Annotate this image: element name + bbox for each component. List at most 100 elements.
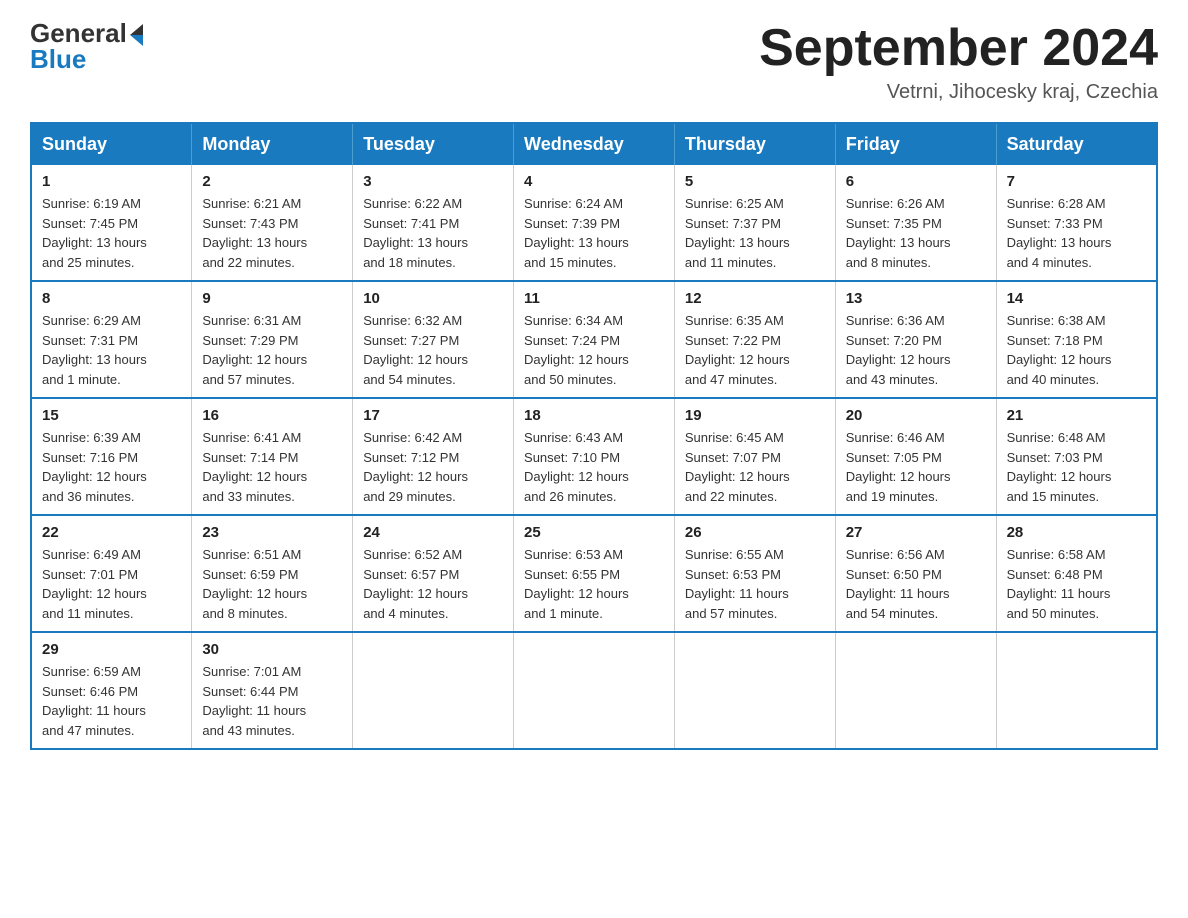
calendar-day-cell: 13 Sunrise: 6:36 AM Sunset: 7:20 PM Dayli…	[835, 281, 996, 398]
day-number: 13	[846, 290, 986, 307]
day-number: 28	[1007, 524, 1146, 541]
calendar-day-cell: 7Sunrise: 6:28 AM Sunset: 7:33 PM Daylig…	[996, 165, 1157, 281]
day-of-week-header: Wednesday	[514, 123, 675, 165]
day-number: 10	[363, 290, 503, 307]
calendar-day-cell: 3 Sunrise: 6:22 AM Sunset: 7:41 PM Daylig…	[353, 165, 514, 281]
month-title: September 2024	[759, 20, 1158, 77]
day-number: 24	[363, 524, 503, 541]
day-info: Sunrise: 6:25 AM Sunset: 7:37 PM Dayligh…	[685, 194, 825, 272]
day-number: 15	[42, 407, 181, 424]
day-info: Sunrise: 6:35 AM Sunset: 7:22 PM Dayligh…	[685, 311, 825, 389]
calendar-week-row: 15 Sunrise: 6:39 AM Sunset: 7:16 PM Dayli…	[31, 398, 1157, 515]
day-number: 30	[202, 641, 342, 658]
day-info: Sunrise: 6:36 AM Sunset: 7:20 PM Dayligh…	[846, 311, 986, 389]
calendar-day-cell: 25Sunrise: 6:53 AM Sunset: 6:55 PM Dayli…	[514, 515, 675, 632]
calendar-day-cell: 28 Sunrise: 6:58 AM Sunset: 6:48 PM Dayli…	[996, 515, 1157, 632]
day-number: 3	[363, 173, 503, 190]
calendar-day-cell: 21Sunrise: 6:48 AM Sunset: 7:03 PM Dayli…	[996, 398, 1157, 515]
day-info: Sunrise: 6:31 AM Sunset: 7:29 PM Dayligh…	[202, 311, 342, 389]
day-number: 1	[42, 173, 181, 190]
calendar-day-cell: 4Sunrise: 6:24 AM Sunset: 7:39 PM Daylig…	[514, 165, 675, 281]
calendar-day-cell: 14 Sunrise: 6:38 AM Sunset: 7:18 PM Dayli…	[996, 281, 1157, 398]
day-of-week-header: Thursday	[674, 123, 835, 165]
day-info: Sunrise: 6:41 AM Sunset: 7:14 PM Dayligh…	[202, 428, 342, 506]
day-of-week-header: Saturday	[996, 123, 1157, 165]
calendar-day-cell: 8 Sunrise: 6:29 AM Sunset: 7:31 PM Daylig…	[31, 281, 192, 398]
day-number: 12	[685, 290, 825, 307]
calendar-day-cell: 1 Sunrise: 6:19 AM Sunset: 7:45 PM Daylig…	[31, 165, 192, 281]
day-info: Sunrise: 6:59 AM Sunset: 6:46 PM Dayligh…	[42, 662, 181, 740]
calendar-day-cell: 16 Sunrise: 6:41 AM Sunset: 7:14 PM Dayli…	[192, 398, 353, 515]
calendar-day-cell	[353, 632, 514, 749]
day-info: Sunrise: 6:56 AM Sunset: 6:50 PM Dayligh…	[846, 545, 986, 623]
day-info: Sunrise: 6:32 AM Sunset: 7:27 PM Dayligh…	[363, 311, 503, 389]
calendar-day-cell: 23Sunrise: 6:51 AM Sunset: 6:59 PM Dayli…	[192, 515, 353, 632]
calendar-day-cell: 5 Sunrise: 6:25 AM Sunset: 7:37 PM Daylig…	[674, 165, 835, 281]
day-number: 26	[685, 524, 825, 541]
calendar-day-cell: 24 Sunrise: 6:52 AM Sunset: 6:57 PM Dayli…	[353, 515, 514, 632]
day-number: 8	[42, 290, 181, 307]
day-info: Sunrise: 6:26 AM Sunset: 7:35 PM Dayligh…	[846, 194, 986, 272]
day-number: 4	[524, 173, 664, 190]
day-info: Sunrise: 6:58 AM Sunset: 6:48 PM Dayligh…	[1007, 545, 1146, 623]
logo-general-text: General	[30, 20, 127, 46]
day-number: 22	[42, 524, 181, 541]
calendar-day-cell: 26 Sunrise: 6:55 AM Sunset: 6:53 PM Dayli…	[674, 515, 835, 632]
day-info: Sunrise: 6:39 AM Sunset: 7:16 PM Dayligh…	[42, 428, 181, 506]
day-info: Sunrise: 6:38 AM Sunset: 7:18 PM Dayligh…	[1007, 311, 1146, 389]
day-of-week-header: Friday	[835, 123, 996, 165]
calendar-day-cell: 19 Sunrise: 6:45 AM Sunset: 7:07 PM Dayli…	[674, 398, 835, 515]
day-info: Sunrise: 6:34 AM Sunset: 7:24 PM Dayligh…	[524, 311, 664, 389]
day-number: 27	[846, 524, 986, 541]
day-number: 19	[685, 407, 825, 424]
day-info: Sunrise: 6:46 AM Sunset: 7:05 PM Dayligh…	[846, 428, 986, 506]
calendar-day-cell: 15 Sunrise: 6:39 AM Sunset: 7:16 PM Dayli…	[31, 398, 192, 515]
calendar-day-cell	[514, 632, 675, 749]
day-info: Sunrise: 6:53 AM Sunset: 6:55 PM Dayligh…	[524, 545, 664, 623]
calendar-day-cell: 11 Sunrise: 6:34 AM Sunset: 7:24 PM Dayli…	[514, 281, 675, 398]
location-text: Vetrni, Jihocesky kraj, Czechia	[759, 81, 1158, 104]
calendar-day-cell: 12 Sunrise: 6:35 AM Sunset: 7:22 PM Dayli…	[674, 281, 835, 398]
day-info: Sunrise: 6:22 AM Sunset: 7:41 PM Dayligh…	[363, 194, 503, 272]
day-number: 11	[524, 290, 664, 307]
day-info: Sunrise: 6:45 AM Sunset: 7:07 PM Dayligh…	[685, 428, 825, 506]
calendar-day-cell: 18 Sunrise: 6:43 AM Sunset: 7:10 PM Dayli…	[514, 398, 675, 515]
day-number: 16	[202, 407, 342, 424]
calendar-day-cell: 6Sunrise: 6:26 AM Sunset: 7:35 PM Daylig…	[835, 165, 996, 281]
calendar-table: SundayMondayTuesdayWednesdayThursdayFrid…	[30, 122, 1158, 750]
day-number: 9	[202, 290, 342, 307]
calendar-day-cell	[996, 632, 1157, 749]
day-info: Sunrise: 7:01 AM Sunset: 6:44 PM Dayligh…	[202, 662, 342, 740]
calendar-day-cell: 30 Sunrise: 7:01 AM Sunset: 6:44 PM Dayli…	[192, 632, 353, 749]
calendar-week-row: 1 Sunrise: 6:19 AM Sunset: 7:45 PM Daylig…	[31, 165, 1157, 281]
day-info: Sunrise: 6:19 AM Sunset: 7:45 PM Dayligh…	[42, 194, 181, 272]
day-of-week-header: Tuesday	[353, 123, 514, 165]
day-of-week-header: Monday	[192, 123, 353, 165]
day-number: 2	[202, 173, 342, 190]
day-info: Sunrise: 6:55 AM Sunset: 6:53 PM Dayligh…	[685, 545, 825, 623]
day-info: Sunrise: 6:21 AM Sunset: 7:43 PM Dayligh…	[202, 194, 342, 272]
day-of-week-header: Sunday	[31, 123, 192, 165]
day-number: 5	[685, 173, 825, 190]
logo-blue-text: Blue	[30, 46, 143, 72]
day-info: Sunrise: 6:28 AM Sunset: 7:33 PM Dayligh…	[1007, 194, 1146, 272]
page-header: General Blue September 2024 Vetrni, Jiho…	[30, 20, 1158, 104]
calendar-day-cell: 27 Sunrise: 6:56 AM Sunset: 6:50 PM Dayli…	[835, 515, 996, 632]
day-number: 17	[363, 407, 503, 424]
day-info: Sunrise: 6:48 AM Sunset: 7:03 PM Dayligh…	[1007, 428, 1146, 506]
calendar-day-cell: 9 Sunrise: 6:31 AM Sunset: 7:29 PM Daylig…	[192, 281, 353, 398]
day-info: Sunrise: 6:52 AM Sunset: 6:57 PM Dayligh…	[363, 545, 503, 623]
logo-text: General Blue	[30, 20, 143, 72]
calendar-day-cell: 29Sunrise: 6:59 AM Sunset: 6:46 PM Dayli…	[31, 632, 192, 749]
calendar-week-row: 29Sunrise: 6:59 AM Sunset: 6:46 PM Dayli…	[31, 632, 1157, 749]
day-info: Sunrise: 6:29 AM Sunset: 7:31 PM Dayligh…	[42, 311, 181, 389]
day-info: Sunrise: 6:42 AM Sunset: 7:12 PM Dayligh…	[363, 428, 503, 506]
title-area: September 2024 Vetrni, Jihocesky kraj, C…	[759, 20, 1158, 104]
day-number: 18	[524, 407, 664, 424]
day-info: Sunrise: 6:43 AM Sunset: 7:10 PM Dayligh…	[524, 428, 664, 506]
day-number: 14	[1007, 290, 1146, 307]
calendar-day-cell: 17 Sunrise: 6:42 AM Sunset: 7:12 PM Dayli…	[353, 398, 514, 515]
calendar-week-row: 22Sunrise: 6:49 AM Sunset: 7:01 PM Dayli…	[31, 515, 1157, 632]
day-number: 23	[202, 524, 342, 541]
calendar-day-cell: 22Sunrise: 6:49 AM Sunset: 7:01 PM Dayli…	[31, 515, 192, 632]
